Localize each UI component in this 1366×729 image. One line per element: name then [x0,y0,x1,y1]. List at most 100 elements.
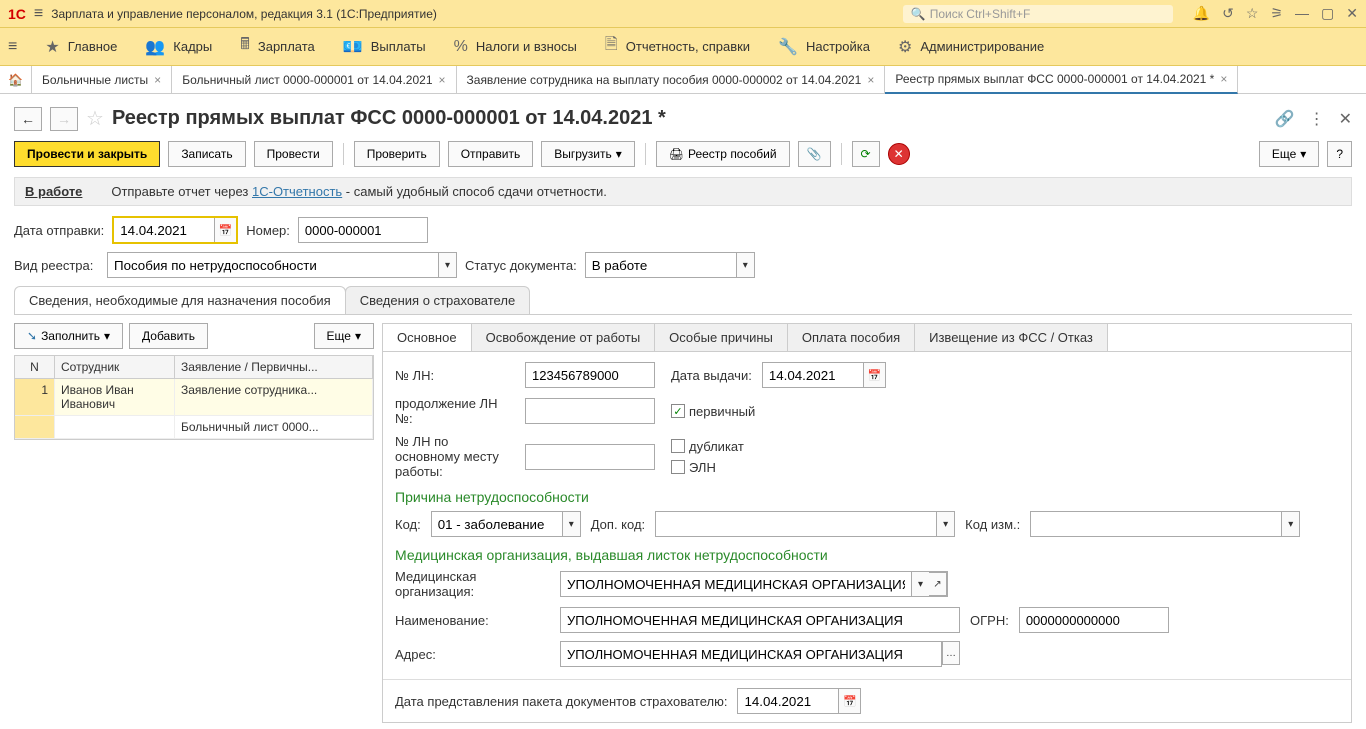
checkbox-icon [671,404,685,418]
close-page-icon[interactable]: ✕ [1339,109,1352,129]
cont-input[interactable] [525,398,655,424]
section-main[interactable]: ★Главное [45,37,117,57]
section-hr[interactable]: 👥Кадры [145,37,212,57]
section-admin[interactable]: ⚙Администрирование [898,37,1044,57]
more-button[interactable]: Еще ▾ [1259,141,1319,167]
main-ln-input[interactable] [525,444,655,470]
right-panel: Основное Освобождение от работы Особые п… [382,323,1352,723]
inner-tab-2[interactable]: Особые причины [655,324,788,351]
table-row[interactable]: Больничный лист 0000... [15,416,373,439]
attach-button[interactable]: 📎 [798,141,831,167]
forward-button[interactable]: → [50,107,78,131]
open-icon[interactable]: ↗ [929,572,947,596]
chevron-down-icon[interactable]: ▾ [911,572,929,596]
submit-date-field[interactable]: 📅 [737,688,861,714]
section-reports[interactable]: 🗎Отчетность, справки [605,33,750,60]
section-salary[interactable]: 🖩Зарплата [240,33,315,60]
calendar-icon[interactable]: 📅 [863,363,885,387]
chevron-down-icon[interactable]: ▾ [1281,512,1299,536]
sub-tab-0[interactable]: Сведения, необходимые для назначения пос… [14,286,346,314]
eln-checkbox[interactable]: ЭЛН [671,460,744,475]
refresh-button[interactable]: ⟳ [852,141,880,167]
post-close-button[interactable]: Провести и закрыть [14,141,160,167]
calendar-icon[interactable]: 📅 [838,689,860,713]
restore-icon[interactable]: ▢ [1321,5,1334,22]
inner-tab-1[interactable]: Освобождение от работы [472,324,656,351]
tab-1[interactable]: Больничный лист 0000-000001 от 14.04.202… [172,66,456,93]
close-icon[interactable]: × [1220,72,1227,86]
sub-tab-1[interactable]: Сведения о страхователе [345,286,530,314]
inner-tab-4[interactable]: Извещение из ФСС / Отказ [915,324,1108,351]
send-button[interactable]: Отправить [448,141,534,167]
favorite-icon[interactable]: ☆ [86,106,104,131]
topbar-icons: 🔔 ↺ ☆ ⚞ — ▢ ✕ [1193,5,1358,22]
chevron-down-icon[interactable]: ▾ [736,253,754,277]
chevron-down-icon[interactable]: ▾ [562,512,580,536]
duplicate-checkbox[interactable]: дубликат [671,439,744,454]
fill-button[interactable]: ➘ Заполнить ▾ [14,323,123,349]
change-code-select[interactable]: ▾ [1030,511,1300,537]
ln-input[interactable] [525,362,655,388]
back-button[interactable]: ← [14,107,42,131]
inner-tab-0[interactable]: Основное [383,324,472,351]
primary-checkbox[interactable]: первичный [671,404,755,419]
tab-home[interactable]: 🏠 [0,66,32,93]
reg-type-select[interactable]: ▾ [107,252,457,278]
link-icon[interactable]: 🔗 [1275,109,1295,129]
send-date-label: Дата отправки: [14,223,104,238]
section-payments[interactable]: 💶Выплаты [343,37,426,57]
tab-0[interactable]: Больничные листы× [32,66,172,93]
send-date-input[interactable] [114,218,214,242]
addr-input[interactable] [560,641,942,667]
send-date-field[interactable]: 📅 [112,216,238,244]
menu-icon[interactable]: ≡ [34,5,43,23]
ogrn-input[interactable] [1019,607,1169,633]
post-button[interactable]: Провести [254,141,333,167]
reporting-link[interactable]: 1С-Отчетность [252,184,342,199]
ellipsis-icon[interactable]: … [942,641,960,665]
chevron-down-icon: ▾ [355,329,361,343]
name-input[interactable] [560,607,960,633]
cancel-button[interactable]: ✕ [888,143,910,165]
export-button[interactable]: Выгрузить ▾ [541,141,635,167]
search-box[interactable]: 🔍 Поиск Ctrl+Shift+F [903,5,1173,23]
add-code-select[interactable]: ▾ [655,511,955,537]
inner-tab-3[interactable]: Оплата пособия [788,324,915,351]
code-select[interactable]: ▾ [431,511,581,537]
filter-icon[interactable]: ⚞ [1270,5,1283,22]
close-icon[interactable]: × [154,73,161,87]
bell-icon[interactable]: 🔔 [1193,5,1210,22]
check-button[interactable]: Проверить [354,141,440,167]
close-icon[interactable]: × [439,73,446,87]
calendar-icon[interactable]: 📅 [214,218,236,242]
save-button[interactable]: Записать [168,141,245,167]
doc-status-select[interactable]: ▾ [585,252,755,278]
issue-date-field[interactable]: 📅 [762,362,886,388]
add-button[interactable]: Добавить [129,323,208,349]
section-taxes[interactable]: %Налоги и взносы [454,38,577,56]
col-doc[interactable]: Заявление / Первичны... [175,356,373,378]
chevron-down-icon[interactable]: ▾ [438,253,456,277]
history-icon[interactable]: ↺ [1222,5,1234,22]
minimize-icon[interactable]: — [1295,5,1309,22]
help-button[interactable]: ? [1327,141,1352,167]
left-more-button[interactable]: Еще ▾ [314,323,374,349]
section-settings[interactable]: 🔧Настройка [778,37,870,57]
sections-menu-icon[interactable]: ≡ [8,38,17,56]
tab-3[interactable]: Реестр прямых выплат ФСС 0000-000001 от … [885,66,1238,94]
col-n[interactable]: N [15,356,55,378]
toolbar: Провести и закрыть Записать Провести Про… [14,137,1352,177]
chevron-down-icon[interactable]: ▾ [936,512,954,536]
page-header: ← → ☆ Реестр прямых выплат ФСС 0000-0000… [14,100,1352,137]
number-input[interactable] [298,217,428,243]
close-icon[interactable]: ✕ [1346,5,1358,22]
table-row[interactable]: 1 Иванов Иван Иванович Заявление сотрудн… [15,379,373,416]
search-placeholder: Поиск Ctrl+Shift+F [930,7,1031,21]
tab-2[interactable]: Заявление сотрудника на выплату пособия … [457,66,886,93]
star-icon[interactable]: ☆ [1246,5,1259,22]
kebab-icon[interactable]: ⋮ [1309,109,1325,129]
print-button[interactable]: 🖨 Реестр пособий [656,141,790,167]
close-icon[interactable]: × [867,73,874,87]
col-emp[interactable]: Сотрудник [55,356,175,378]
med-org-select[interactable]: ▾↗ [560,571,948,597]
